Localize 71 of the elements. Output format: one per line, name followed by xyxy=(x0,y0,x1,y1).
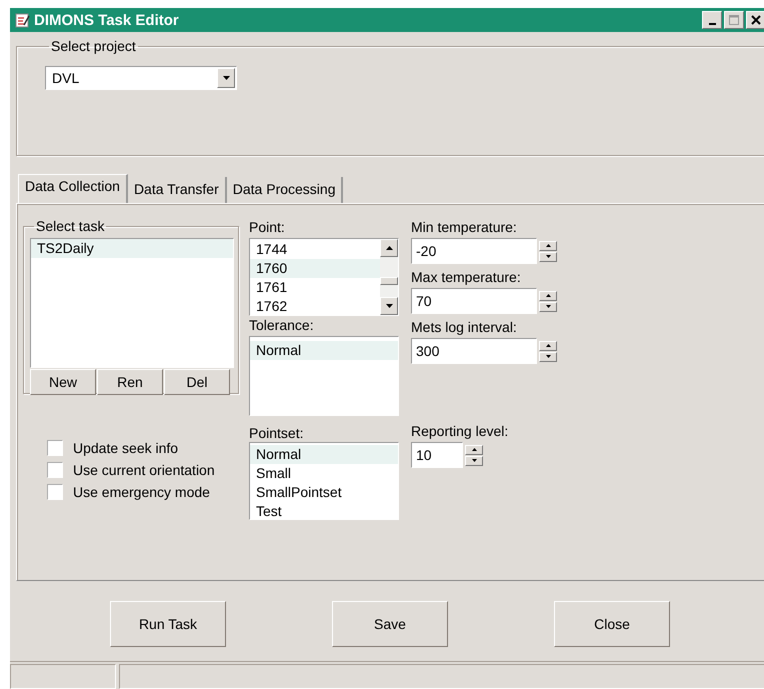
close-button[interactable] xyxy=(746,11,764,29)
checkbox-label: Use current orientation xyxy=(73,462,215,478)
list-item[interactable]: Normal xyxy=(250,445,398,464)
spin-field[interactable]: 300 xyxy=(411,338,537,364)
field-label: Reporting level: xyxy=(411,422,510,440)
up-arrow-icon xyxy=(386,246,392,250)
task-button[interactable]: Del xyxy=(164,369,230,395)
list-item[interactable]: SmallPointset xyxy=(250,483,398,502)
up-arrow-icon xyxy=(546,294,550,297)
spin-down-button[interactable] xyxy=(465,456,483,466)
field-label: Pointset: xyxy=(249,424,304,442)
checkbox-label: Update seek info xyxy=(73,440,178,456)
down-arrow-icon xyxy=(546,255,550,258)
list-item[interactable]: Small xyxy=(250,464,398,483)
checkbox[interactable] xyxy=(47,462,63,478)
scroll-down-button[interactable] xyxy=(380,297,398,315)
list-item[interactable]: 1760 xyxy=(250,259,380,278)
checkbox[interactable] xyxy=(47,484,63,500)
minimize-icon xyxy=(708,23,716,25)
up-arrow-icon xyxy=(472,448,476,451)
spin-field[interactable]: 70 xyxy=(411,288,537,314)
dialog-button[interactable]: Save xyxy=(332,601,448,647)
tab[interactable]: Data Processing xyxy=(226,177,344,203)
field-label: Mets log interval: xyxy=(411,318,518,336)
project-dropdown[interactable]: DVL xyxy=(45,66,237,90)
window-title: DIMONS Task Editor xyxy=(34,12,180,28)
minimize-button[interactable] xyxy=(702,11,722,29)
checkbox[interactable] xyxy=(47,440,63,456)
up-arrow-icon xyxy=(546,344,550,347)
tab[interactable]: Data Collection xyxy=(18,174,128,203)
down-arrow-icon xyxy=(546,305,550,308)
spin-down-button[interactable] xyxy=(539,252,557,262)
field-label: Point: xyxy=(249,218,286,236)
close-icon xyxy=(751,15,761,25)
field-label: Max temperature: xyxy=(411,268,522,286)
maximize-icon xyxy=(729,15,739,25)
spin-field[interactable]: 10 xyxy=(411,442,463,468)
spin-down-button[interactable] xyxy=(539,352,557,362)
field-label: Tolerance: xyxy=(249,316,315,334)
down-arrow-icon xyxy=(546,355,550,358)
spin-up-button[interactable] xyxy=(539,240,557,250)
down-arrow-icon xyxy=(472,459,476,462)
spin-up-button[interactable] xyxy=(539,290,557,300)
field-label: Min temperature: xyxy=(411,218,518,236)
tab[interactable]: Data Transfer xyxy=(128,177,227,203)
dialog-button[interactable]: Run Task xyxy=(110,601,226,647)
list-item[interactable]: 1762 xyxy=(250,297,380,316)
task-button[interactable]: Ren xyxy=(97,369,163,395)
spin-field[interactable]: -20 xyxy=(411,238,537,264)
list-item[interactable]: TS2Daily xyxy=(31,239,233,258)
list-item[interactable]: Normal xyxy=(250,341,398,360)
dialog-button[interactable]: Close xyxy=(554,601,670,647)
caret-icon xyxy=(222,76,230,80)
task-button[interactable]: New xyxy=(30,369,96,395)
notepad-icon xyxy=(14,12,30,28)
spin-down-button[interactable] xyxy=(539,302,557,312)
list-item[interactable]: Test xyxy=(250,502,398,521)
scroll-up-button[interactable] xyxy=(380,239,398,257)
maximize-button[interactable] xyxy=(724,11,744,29)
group-label: Select project xyxy=(50,38,137,54)
checkbox-label: Use emergency mode xyxy=(73,484,210,500)
scrollbar[interactable] xyxy=(380,239,398,315)
dropdown-button[interactable] xyxy=(217,68,235,88)
group-label: Select task xyxy=(35,218,106,234)
down-arrow-icon xyxy=(386,304,392,308)
list-item[interactable]: 1761 xyxy=(250,278,380,297)
list-item[interactable]: 1744 xyxy=(250,240,380,259)
scroll-thumb[interactable] xyxy=(380,277,398,285)
spin-up-button[interactable] xyxy=(465,444,483,454)
up-arrow-icon xyxy=(546,244,550,247)
spin-up-button[interactable] xyxy=(539,340,557,350)
